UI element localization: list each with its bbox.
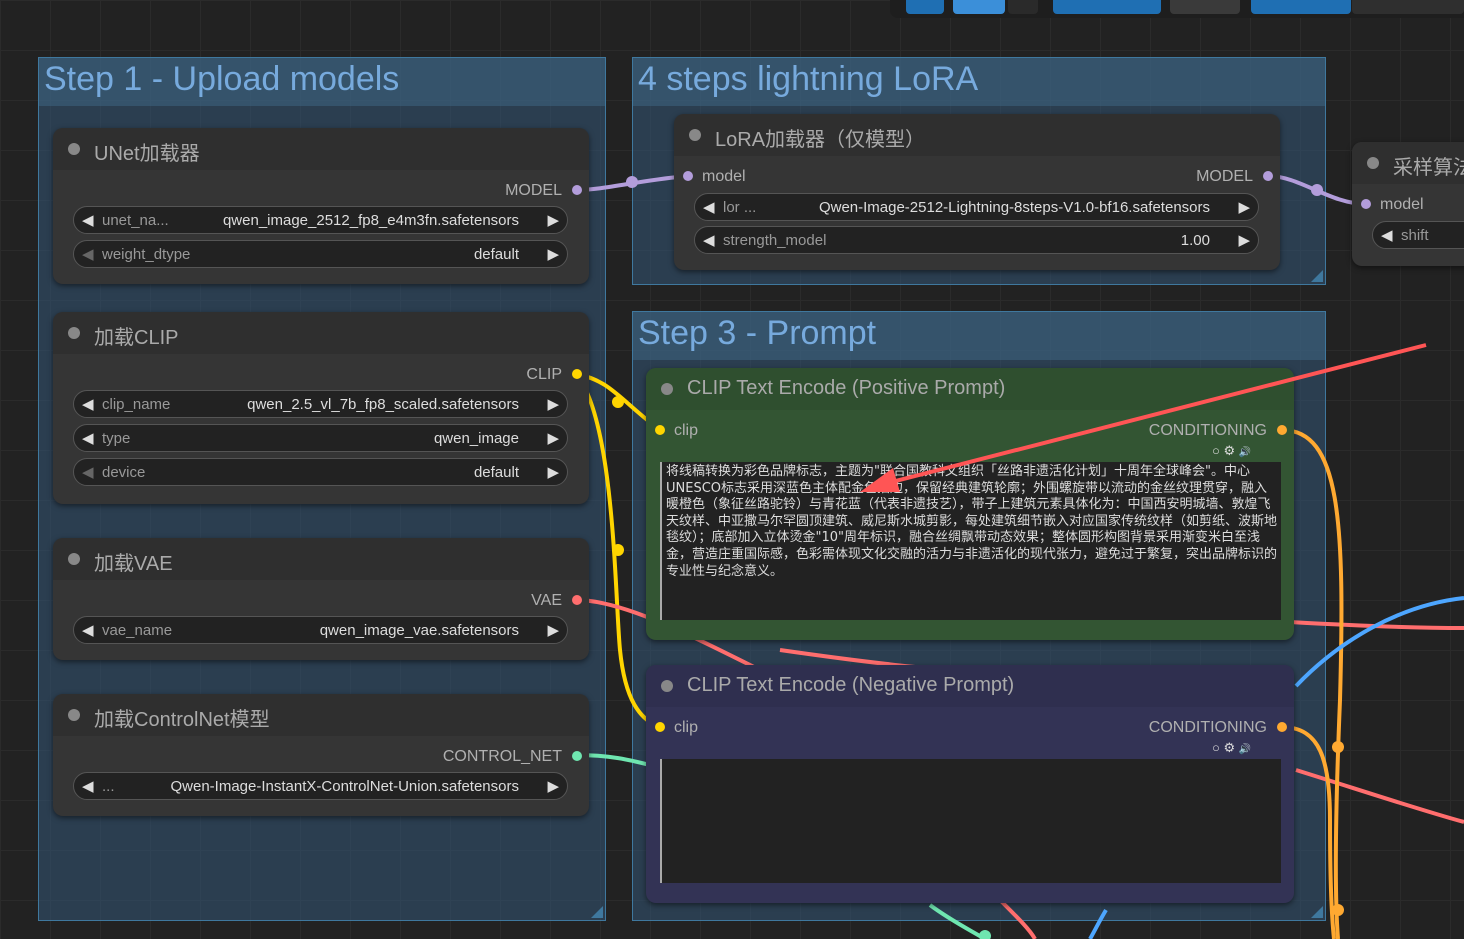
annotation-arrow [860,343,1427,492]
annotation-arrowhead [860,468,900,492]
annotation-arrow-line [879,343,1427,487]
